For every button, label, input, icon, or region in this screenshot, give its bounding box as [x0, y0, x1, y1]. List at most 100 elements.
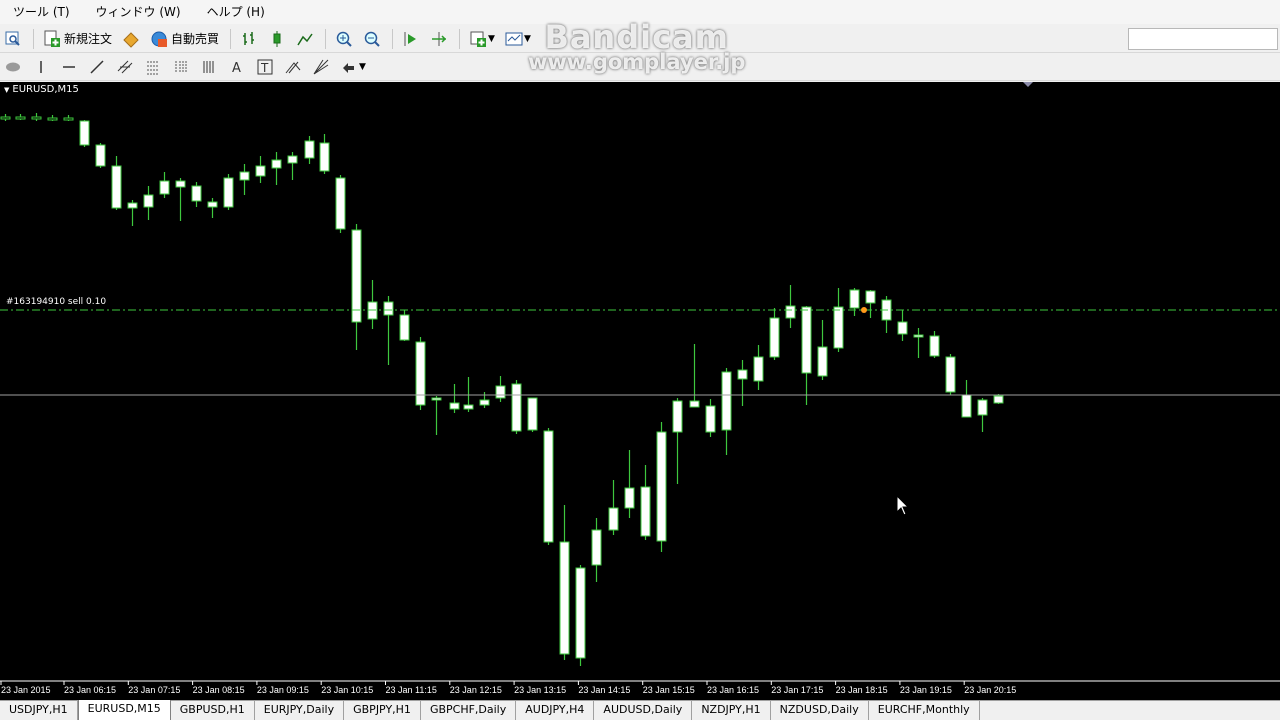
gann-grid-button[interactable]	[196, 56, 222, 78]
bar-chart-icon	[243, 31, 255, 45]
arrows-icon	[343, 62, 354, 73]
bear-candle	[159, 180, 170, 195]
chart-tab[interactable]: GBPCHF,Daily	[421, 701, 517, 720]
chart-tab[interactable]: EURCHF,Monthly	[869, 701, 980, 720]
bear-candle	[608, 507, 619, 531]
chart-tab[interactable]: EURJPY,Daily	[255, 701, 345, 720]
bear-candle	[223, 177, 234, 208]
chart-shift-button[interactable]	[426, 28, 452, 50]
meta-editor-button[interactable]	[118, 28, 144, 50]
menu-window[interactable]: ウィンドウ (W)	[83, 0, 194, 24]
bear-candle	[801, 306, 812, 374]
bar-chart-button[interactable]	[236, 28, 262, 50]
line-chart-button[interactable]	[292, 28, 318, 50]
bear-candle	[191, 185, 202, 202]
price-chart[interactable]: 23 Jan 2015 23 Jan 06:15 23 Jan 07:15 23 Ja…	[0, 82, 1280, 700]
search-input[interactable]	[1128, 28, 1278, 50]
horizontal-line-button[interactable]	[56, 56, 82, 78]
time-label: 23 Jan 20:15	[964, 685, 1016, 695]
fibonacci-icon	[147, 61, 159, 74]
chart-tab[interactable]: USDJPY,H1	[0, 701, 78, 720]
bear-candle	[207, 201, 218, 208]
auto-scroll-button[interactable]	[398, 28, 424, 50]
bear-candle	[255, 165, 266, 177]
bear-candle	[239, 171, 250, 181]
bear-candle	[977, 399, 988, 416]
fibonacci-retracement-button[interactable]	[140, 56, 166, 78]
bear-candle	[689, 400, 700, 408]
line-chart-icon	[297, 33, 313, 45]
trendline-button[interactable]	[84, 56, 110, 78]
bear-candle	[961, 394, 972, 418]
bear-candle	[897, 321, 908, 335]
bull-candle	[31, 116, 42, 120]
chart-tab[interactable]: NZDUSD,Daily	[771, 701, 869, 720]
menu-tools[interactable]: ツール (T)	[0, 0, 83, 24]
toolbar-separator	[325, 28, 327, 49]
text-label-icon: T	[257, 59, 273, 75]
toolbar-separator	[230, 28, 232, 49]
bear-candle	[511, 383, 522, 432]
time-label: 23 Jan 09:15	[257, 685, 309, 695]
bear-candle	[849, 289, 860, 309]
vertical-line-button[interactable]	[28, 56, 54, 78]
bear-candle	[175, 180, 186, 188]
andrews-pitchfork-button[interactable]	[280, 56, 306, 78]
chart-menu-triangle-icon[interactable]: ▼	[4, 86, 9, 94]
chart-tab[interactable]: EURUSD,M15	[77, 700, 171, 720]
chart-tab[interactable]: AUDUSD,Daily	[594, 701, 693, 720]
pitchfork-icon	[285, 61, 301, 73]
time-label: 23 Jan 17:15	[771, 685, 823, 695]
bull-candle	[0, 116, 11, 120]
indicators-button[interactable]: ▼	[465, 28, 499, 50]
auto-trading-icon	[151, 31, 168, 47]
arrows-button[interactable]: ▼	[336, 56, 370, 78]
zoom-out-button[interactable]	[359, 28, 385, 50]
chart-window[interactable]: 23 Jan 2015 23 Jan 06:15 23 Jan 07:15 23 Ja…	[0, 82, 1280, 700]
ellipse-icon	[6, 62, 20, 71]
bear-candle	[865, 290, 876, 304]
bear-candle	[383, 301, 394, 316]
bear-candle	[127, 202, 138, 209]
ellipse-tool-button[interactable]	[0, 56, 26, 78]
bear-candle	[143, 194, 154, 208]
market-watch-icon	[5, 31, 20, 46]
bear-candle	[351, 229, 362, 323]
chart-tab[interactable]: AUDJPY,H4	[516, 701, 595, 720]
bear-candle	[495, 385, 506, 399]
candlestick-button[interactable]	[264, 28, 290, 50]
equidistant-channel-button[interactable]	[112, 56, 138, 78]
chart-shift-icon	[432, 31, 447, 46]
time-label: 23 Jan 06:15	[64, 685, 116, 695]
bear-candle	[479, 399, 490, 406]
bear-candle	[737, 369, 748, 380]
bear-candle	[319, 142, 330, 172]
menu-help[interactable]: ヘルプ (H)	[194, 0, 278, 24]
toolbar-separator	[459, 28, 461, 49]
market-watch-button[interactable]	[0, 28, 26, 50]
chart-tab[interactable]: NZDJPY,H1	[692, 701, 771, 720]
time-label: 23 Jan 15:15	[643, 685, 695, 695]
text-tool-button[interactable]: A	[224, 56, 250, 78]
bear-candle	[945, 356, 956, 393]
bear-candle	[993, 395, 1004, 404]
trendline-icon	[90, 59, 104, 74]
bear-candle	[287, 155, 298, 164]
text-label-button[interactable]: T	[252, 56, 278, 78]
gann-fan-button[interactable]	[308, 56, 334, 78]
auto-scroll-icon	[404, 31, 417, 46]
chart-tab[interactable]: GBPJPY,H1	[344, 701, 421, 720]
zoom-in-button[interactable]	[331, 28, 357, 50]
auto-trading-button[interactable]: 自動売買	[146, 28, 223, 50]
bull-candle	[15, 116, 26, 120]
time-label: 23 Jan 14:15	[578, 685, 630, 695]
new-order-button[interactable]: 新規注文	[39, 28, 116, 50]
gann-fan-icon	[313, 59, 329, 74]
time-label: 23 Jan 11:15	[386, 685, 437, 695]
time-label: 23 Jan 19:15	[900, 685, 952, 695]
bear-candle	[415, 341, 426, 406]
fibonacci-timezones-button[interactable]	[168, 56, 194, 78]
time-label: 23 Jan 07:15	[128, 685, 180, 695]
new-order-icon	[44, 30, 60, 47]
chart-tab[interactable]: GBPUSD,H1	[171, 701, 255, 720]
